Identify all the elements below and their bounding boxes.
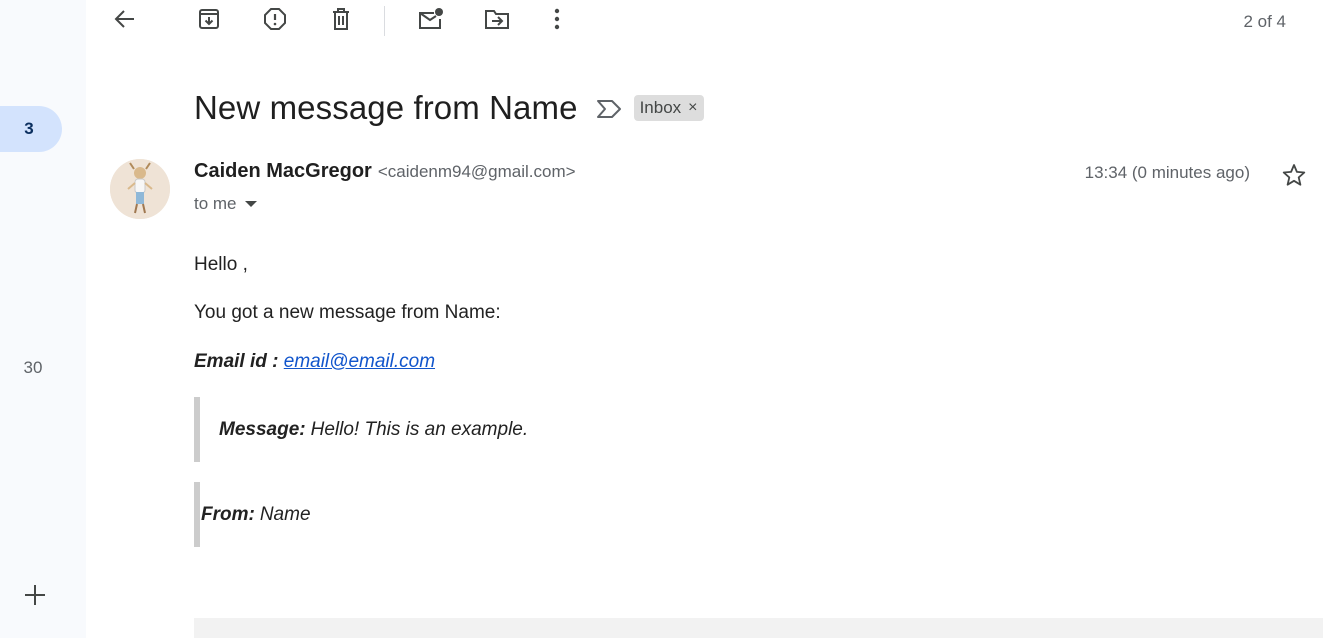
move-to-icon [484,8,510,35]
message-quote: Message: Hello! This is an example. [194,397,528,462]
report-icon [263,7,287,36]
report-spam-button[interactable] [257,4,293,38]
trash-icon [330,7,352,36]
toolbar: 2 of 4 [86,0,1323,44]
intro-text: You got a new message from Name: [194,302,501,323]
mark-unread-button[interactable] [413,4,449,38]
sender-email: <caidenm94@gmail.com> [377,162,576,181]
pagination-text: 2 of 4 [1243,12,1286,31]
recipient-line: to me [194,192,257,216]
sender-name[interactable]: Caiden MacGregor [194,160,372,183]
left-rail: 3 30 [0,0,86,638]
email-link[interactable]: email@email.com [284,351,435,372]
arrow-left-icon [114,8,136,35]
more-options-button[interactable] [539,4,575,38]
reply-area [194,618,1323,638]
unread-count-badge[interactable]: 3 [0,106,62,152]
subject-heading: New message from Name [194,89,578,126]
secondary-count[interactable]: 30 [0,358,66,378]
remove-label-icon[interactable]: × [688,99,697,117]
from-label: From: [201,503,255,525]
message-label: Message: [219,418,306,440]
toolbar-divider [384,6,385,36]
archive-button[interactable] [191,4,227,38]
from-value: Name [259,503,311,525]
label-chip-inbox[interactable]: Inbox × [633,95,704,121]
from-quote: From: Name [194,482,311,547]
delete-button[interactable] [323,4,359,38]
greeting-text: Hello , [194,254,248,275]
archive-icon [197,7,221,36]
move-to-button[interactable] [479,4,515,38]
mark-unread-icon [417,7,445,36]
avatar[interactable] [110,159,170,219]
plus-icon[interactable] [20,580,50,610]
sender-line: Caiden MacGregor <caidenm94@gmail.com> [194,160,576,188]
email-line: Email id : email@email.com [194,351,435,373]
star-icon[interactable] [1280,161,1308,189]
more-vert-icon [554,8,560,35]
timestamp: 13:34 (0 minutes ago) [1084,163,1250,182]
subject-row: New message from Name Inbox × [194,86,704,130]
show-details-icon[interactable] [244,200,257,208]
important-marker-icon[interactable] [596,98,622,120]
label-chip-text: Inbox [639,98,682,117]
recipient-text: to me [194,194,237,213]
email-label: Email id : [194,351,279,372]
back-button[interactable] [107,4,143,38]
message-value: Hello! This is an example. [310,418,529,440]
